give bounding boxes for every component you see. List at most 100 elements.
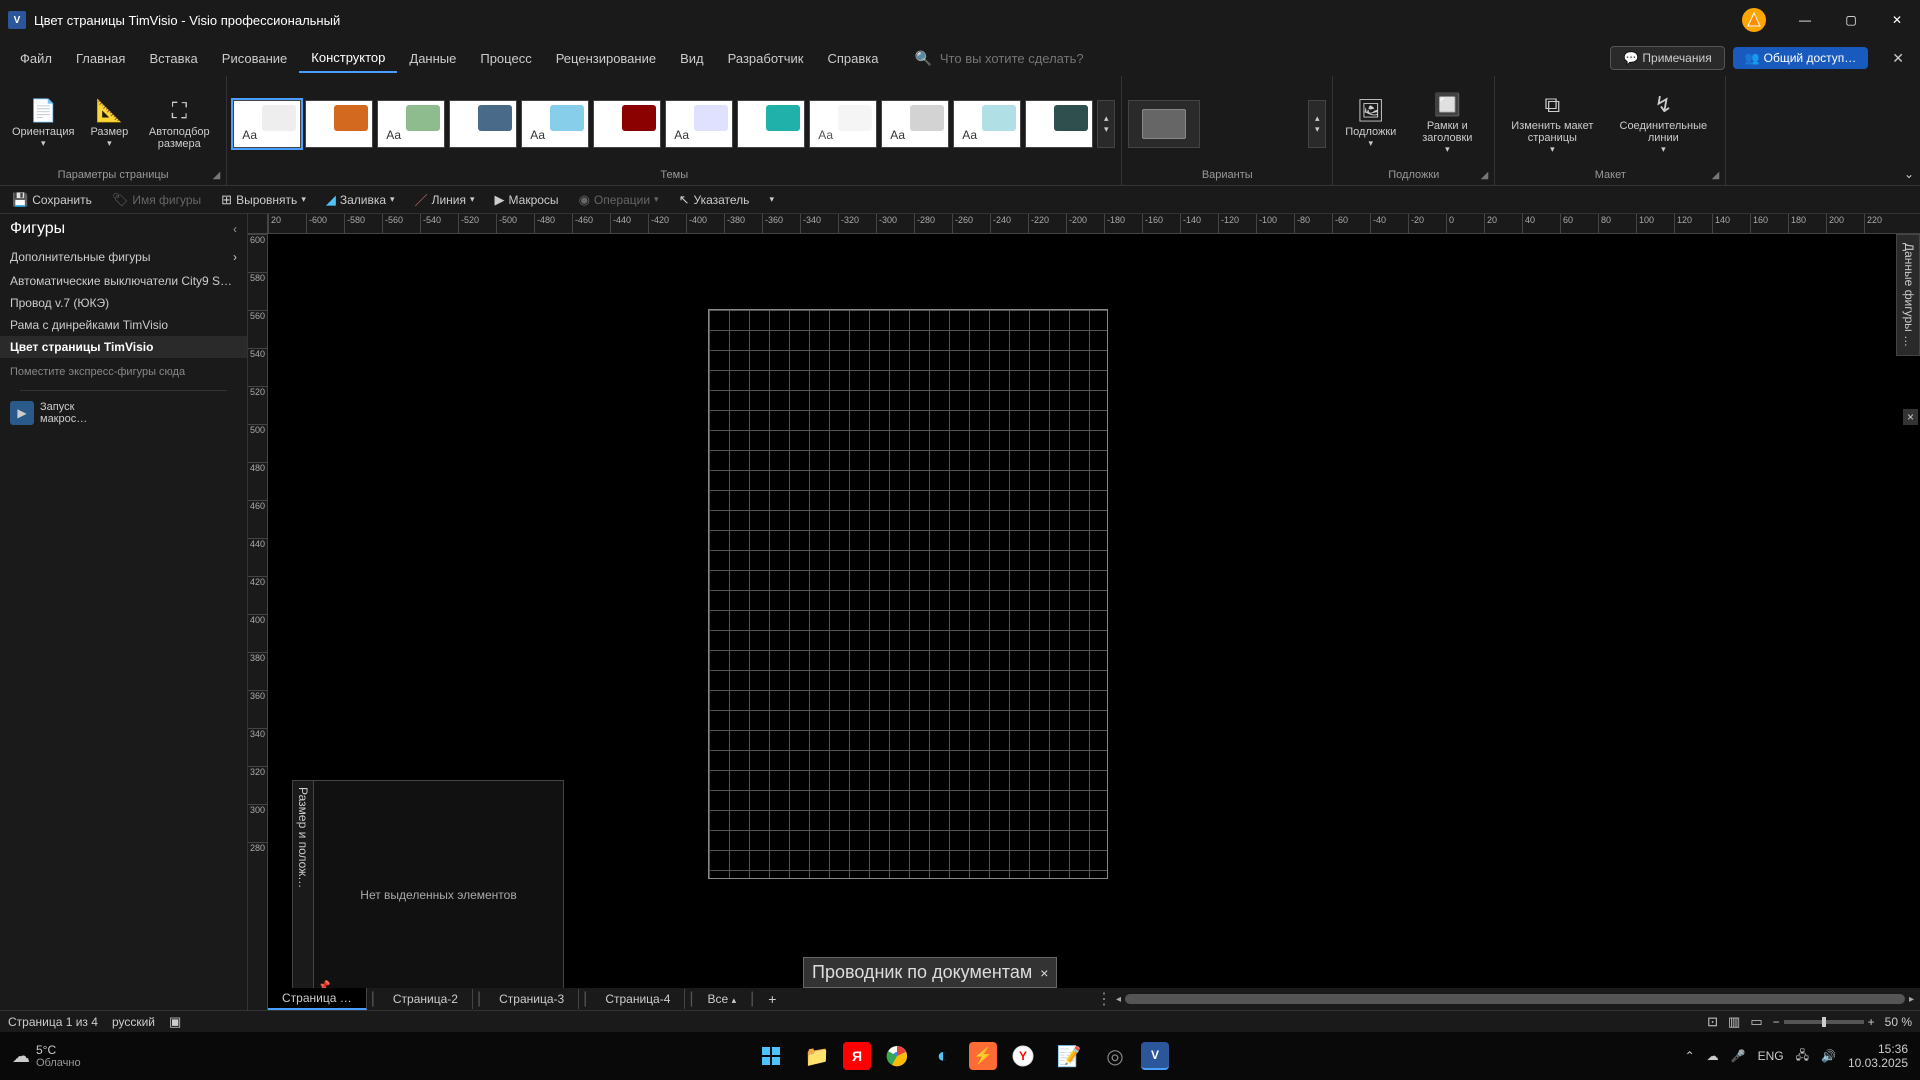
notepad-icon[interactable]: 📝 [1049,1036,1089,1076]
menu-home[interactable]: Главная [64,45,137,72]
macro-recording-icon[interactable]: ▣ [169,1014,181,1030]
stencil-item-2[interactable]: Рама с динрейками TimVisio [0,314,247,336]
fill-button[interactable]: ◢Заливка▾ [322,190,399,210]
shape-data-panel-tab[interactable]: Данные фигуры … [1896,234,1920,356]
stencil-item-3[interactable]: Цвет страницы TimVisio [0,336,247,358]
file-explorer-icon[interactable]: 📁 [797,1036,837,1076]
page-count-status[interactable]: Страница 1 из 4 [8,1015,98,1029]
stencil-item-0[interactable]: Автоматические выключатели City9 Sy… [0,270,247,292]
document-explorer-window[interactable]: Проводник по документам × [803,957,1057,988]
theme-thumb-0[interactable]: Аа [233,100,301,148]
scroll-left-button[interactable]: ◂ [1114,994,1123,1005]
yandex-icon[interactable]: Я [843,1042,871,1070]
stencil-item-1[interactable]: Провод v.7 (ЮКЭ) [0,292,247,314]
share-button[interactable]: 👥 Общий доступ… [1733,47,1869,69]
theme-thumb-5[interactable]: Аа [593,100,661,148]
close-button[interactable]: ✕ [1874,0,1920,40]
line-button[interactable]: ／Линия▾ [411,188,479,211]
more-shapes-button[interactable]: Дополнительные фигуры › [0,244,247,270]
weather-widget[interactable]: ☁ 5°C Облачно [12,1043,81,1069]
ribbon-collapse-button[interactable]: ⌄ [1904,167,1914,181]
menu-developer[interactable]: Разработчик [716,45,816,72]
theme-thumb-6[interactable]: Аа [665,100,733,148]
horizontal-scrollbar[interactable]: ⋮ ◂ ▸ [1096,989,1916,1009]
user-avatar[interactable] [1742,8,1766,32]
pointer-button[interactable]: ↖Указатель [675,190,754,210]
menu-process[interactable]: Процесс [468,45,543,72]
zoom-slider[interactable]: − + [1773,1015,1875,1029]
comments-button[interactable]: 💬 Примечания [1610,46,1724,70]
menu-insert[interactable]: Вставка [137,45,209,72]
backgrounds-button[interactable]: 🖼 Подложки ▾ [1339,94,1402,153]
network-icon[interactable]: 🖧 [1796,1046,1809,1067]
theme-thumb-10[interactable]: Аа [953,100,1021,148]
theme-thumb-4[interactable]: Аа [521,100,589,148]
toolbar-more-button[interactable]: ▾ [765,192,778,207]
connectors-button[interactable]: ↯ Соединительные линии ▾ [1607,88,1719,159]
chrome-icon[interactable] [877,1036,917,1076]
theme-thumb-8[interactable]: Аа [809,100,877,148]
menu-draw[interactable]: Рисование [210,45,299,72]
layout-dialog-launcher[interactable]: ◢ [1712,170,1720,181]
scroll-right-button[interactable]: ▸ [1907,994,1916,1005]
tray-expand-icon[interactable]: ⌃ [1685,1049,1695,1063]
menu-review[interactable]: Рецензирование [544,45,668,72]
theme-thumb-3[interactable]: Аа [449,100,517,148]
maximize-button[interactable]: ▢ [1828,0,1874,40]
zoom-thumb[interactable] [1822,1017,1826,1027]
volume-icon[interactable]: 🔊 [1821,1049,1836,1063]
minimize-button[interactable]: — [1782,0,1828,40]
all-pages-button[interactable]: Все ▴ [698,989,747,1009]
app-icon-1[interactable]: ◐ [923,1036,963,1076]
theme-thumb-7[interactable]: Аа [737,100,805,148]
clock[interactable]: 15:36 10.03.2025 [1848,1042,1908,1071]
relayout-button[interactable]: ⧉ Изменить макет страницы ▾ [1501,88,1603,159]
zoom-level[interactable]: 50 % [1885,1015,1912,1029]
drawing-page[interactable] [708,309,1108,879]
tell-me-search[interactable]: 🔍 [914,50,1139,67]
microphone-icon[interactable]: 🎤 [1731,1049,1746,1063]
language-status[interactable]: русский [112,1015,155,1029]
ruler-corner[interactable] [248,214,268,234]
search-input[interactable] [940,51,1140,66]
fit-window-icon[interactable]: ⊡ [1707,1014,1718,1030]
onedrive-icon[interactable]: ☁ [1707,1049,1719,1063]
menu-help[interactable]: Справка [815,45,890,72]
variant-thumb[interactable] [1128,100,1200,148]
backgrounds-dialog-launcher[interactable]: ◢ [1481,170,1489,181]
align-button[interactable]: ⊞Выровнять▾ [217,190,310,210]
page-tab-1[interactable]: Страница … [268,988,367,1010]
vertical-ruler[interactable]: 6005805605405205004804604404204003803603… [248,234,268,1010]
autofit-button[interactable]: ⛶ Автоподбор размера [138,94,220,154]
scrollbar-grip-icon[interactable]: ⋮ [1096,989,1112,1009]
app-icon-2[interactable]: ⚡ [969,1042,997,1070]
size-pane-title[interactable]: Размер и полож… [293,781,314,1009]
page-tab-2[interactable]: Страница-2 [379,989,473,1009]
theme-thumb-11[interactable]: Аа [1025,100,1093,148]
borders-button[interactable]: 🔲 Рамки и заголовки ▾ [1406,88,1488,159]
scrollbar-track[interactable] [1125,994,1905,1004]
menu-data[interactable]: Данные [397,45,468,72]
variants-more-button[interactable]: ▴▾ [1308,100,1326,148]
presentation-icon[interactable]: ▭ [1750,1014,1762,1030]
page-tab-4[interactable]: Страница-4 [591,989,685,1009]
visio-taskbar-icon[interactable]: V [1141,1042,1169,1070]
save-button[interactable]: 💾Сохранить [8,190,96,210]
page-tab-3[interactable]: Страница-3 [485,989,579,1009]
drawing-canvas[interactable]: Размер и полож… Нет выделенных элементов… [268,234,1920,1010]
theme-thumb-1[interactable]: Аа [305,100,373,148]
shapes-collapse-button[interactable]: ‹ [233,222,237,236]
theme-thumb-9[interactable]: Аа [881,100,949,148]
language-indicator[interactable]: ENG [1758,1049,1784,1063]
menu-file[interactable]: Файл [8,45,64,72]
yandex-browser-icon[interactable]: Y [1003,1036,1043,1076]
add-page-button[interactable]: + [758,988,786,1010]
themes-more-button[interactable]: ▴▾ [1097,100,1115,148]
size-button[interactable]: 📐 Размер ▾ [84,94,134,153]
start-button[interactable] [751,1036,791,1076]
menu-view[interactable]: Вид [668,45,716,72]
menu-design[interactable]: Конструктор [299,44,397,73]
theme-thumb-2[interactable]: Аа [377,100,445,148]
page-setup-dialog-launcher[interactable]: ◢ [213,170,221,181]
stencil-shape-macro[interactable]: ▶ Запуск макрос… [0,395,247,431]
